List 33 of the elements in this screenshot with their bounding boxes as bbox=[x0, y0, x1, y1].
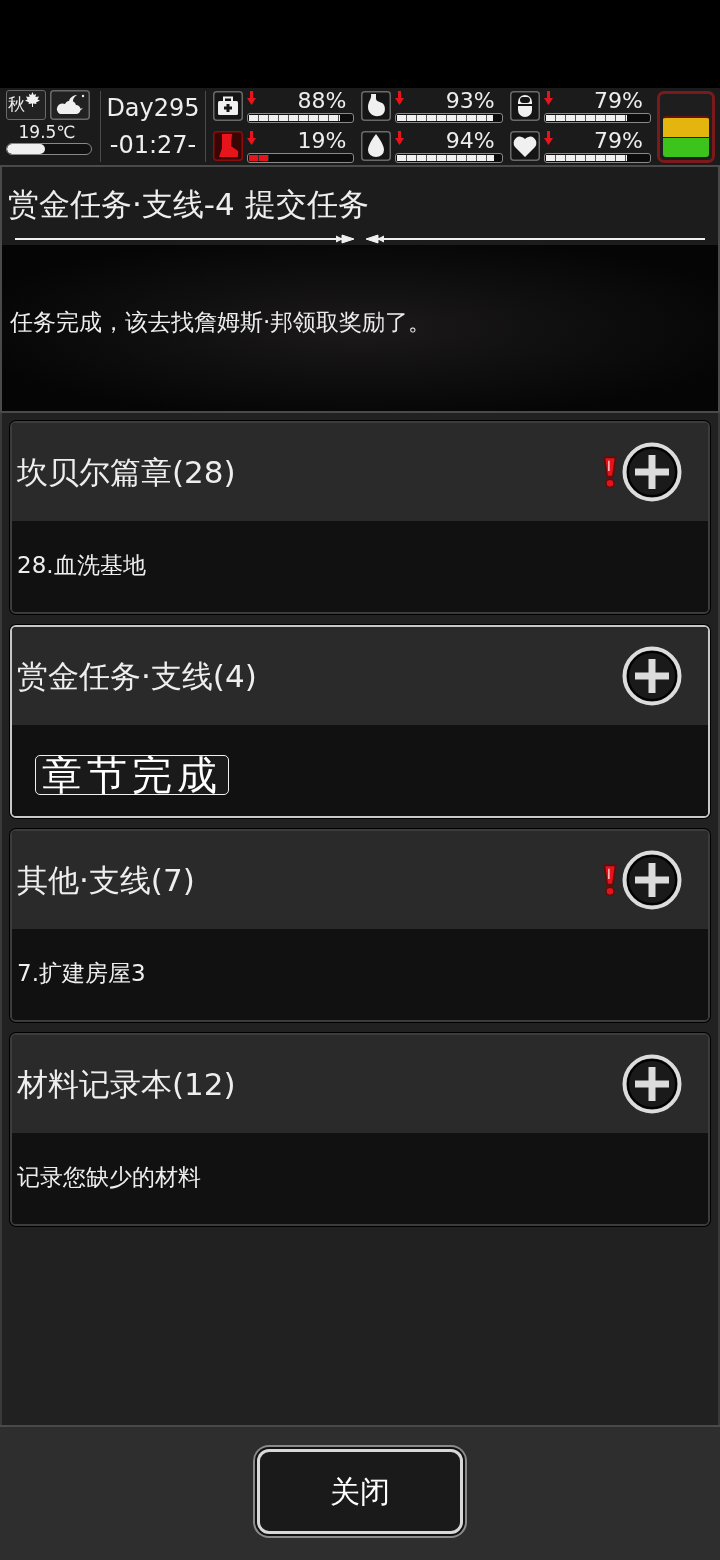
card-header[interactable]: 赏金任务·支线(4) bbox=[12, 627, 708, 725]
quest-category-card[interactable]: 材料记录本(12) 记录您缺少的材料 bbox=[10, 1033, 710, 1226]
latest-entry: 记录您缺少的材料 bbox=[17, 1162, 201, 1192]
category-title: 材料记录本(12) bbox=[17, 1066, 237, 1102]
category-title: 其他·支线(7) bbox=[17, 862, 196, 898]
quest-category-card[interactable]: 其他·支线(7) 7.扩建房屋3 bbox=[10, 829, 710, 1022]
latest-entry: 28.血洗基地 bbox=[17, 550, 146, 580]
quest-description: 任务完成，该去找詹姆斯·邦领取奖励了。 bbox=[10, 308, 432, 336]
card-header[interactable]: 坎贝尔篇章(28) bbox=[12, 423, 708, 521]
completion-stamp: 章节完成 bbox=[35, 754, 229, 795]
stat-percentage: 88% bbox=[297, 91, 348, 111]
stat-percentage: 79% bbox=[594, 131, 644, 151]
plus-circle-icon[interactable] bbox=[622, 646, 682, 706]
quest-category-card[interactable]: 赏金任务·支线(4) 章节完成 bbox=[10, 625, 710, 818]
stat-percentage: 93% bbox=[445, 91, 496, 111]
plus-circle-icon[interactable] bbox=[622, 442, 682, 502]
day-counter: Day295 bbox=[106, 94, 200, 123]
quest-title: 赏金任务·支线-4 提交任务 bbox=[8, 185, 369, 222]
season-label: 秋 bbox=[7, 93, 25, 116]
temperature-label: 19.5℃ bbox=[18, 122, 77, 142]
card-header[interactable]: 材料记录本(12) bbox=[12, 1035, 708, 1133]
latest-entry: 7.扩建房屋3 bbox=[17, 958, 146, 988]
maple-leaf-icon bbox=[25, 92, 40, 107]
plus-circle-icon[interactable] bbox=[622, 1054, 682, 1114]
stat-percentage: 94% bbox=[445, 131, 496, 151]
quest-category-card[interactable]: 坎贝尔篇章(28) 28.血洗基地 bbox=[10, 421, 710, 614]
stat-percentage: 19% bbox=[297, 131, 348, 151]
clock-time: -01:27- bbox=[109, 130, 197, 159]
plus-circle-icon[interactable] bbox=[622, 850, 682, 910]
category-title: 坎贝尔篇章(28) bbox=[17, 454, 237, 490]
stat-percentage: 79% bbox=[594, 91, 644, 111]
category-title: 赏金任务·支线(4) bbox=[17, 658, 258, 694]
card-header[interactable]: 其他·支线(7) bbox=[12, 831, 708, 929]
